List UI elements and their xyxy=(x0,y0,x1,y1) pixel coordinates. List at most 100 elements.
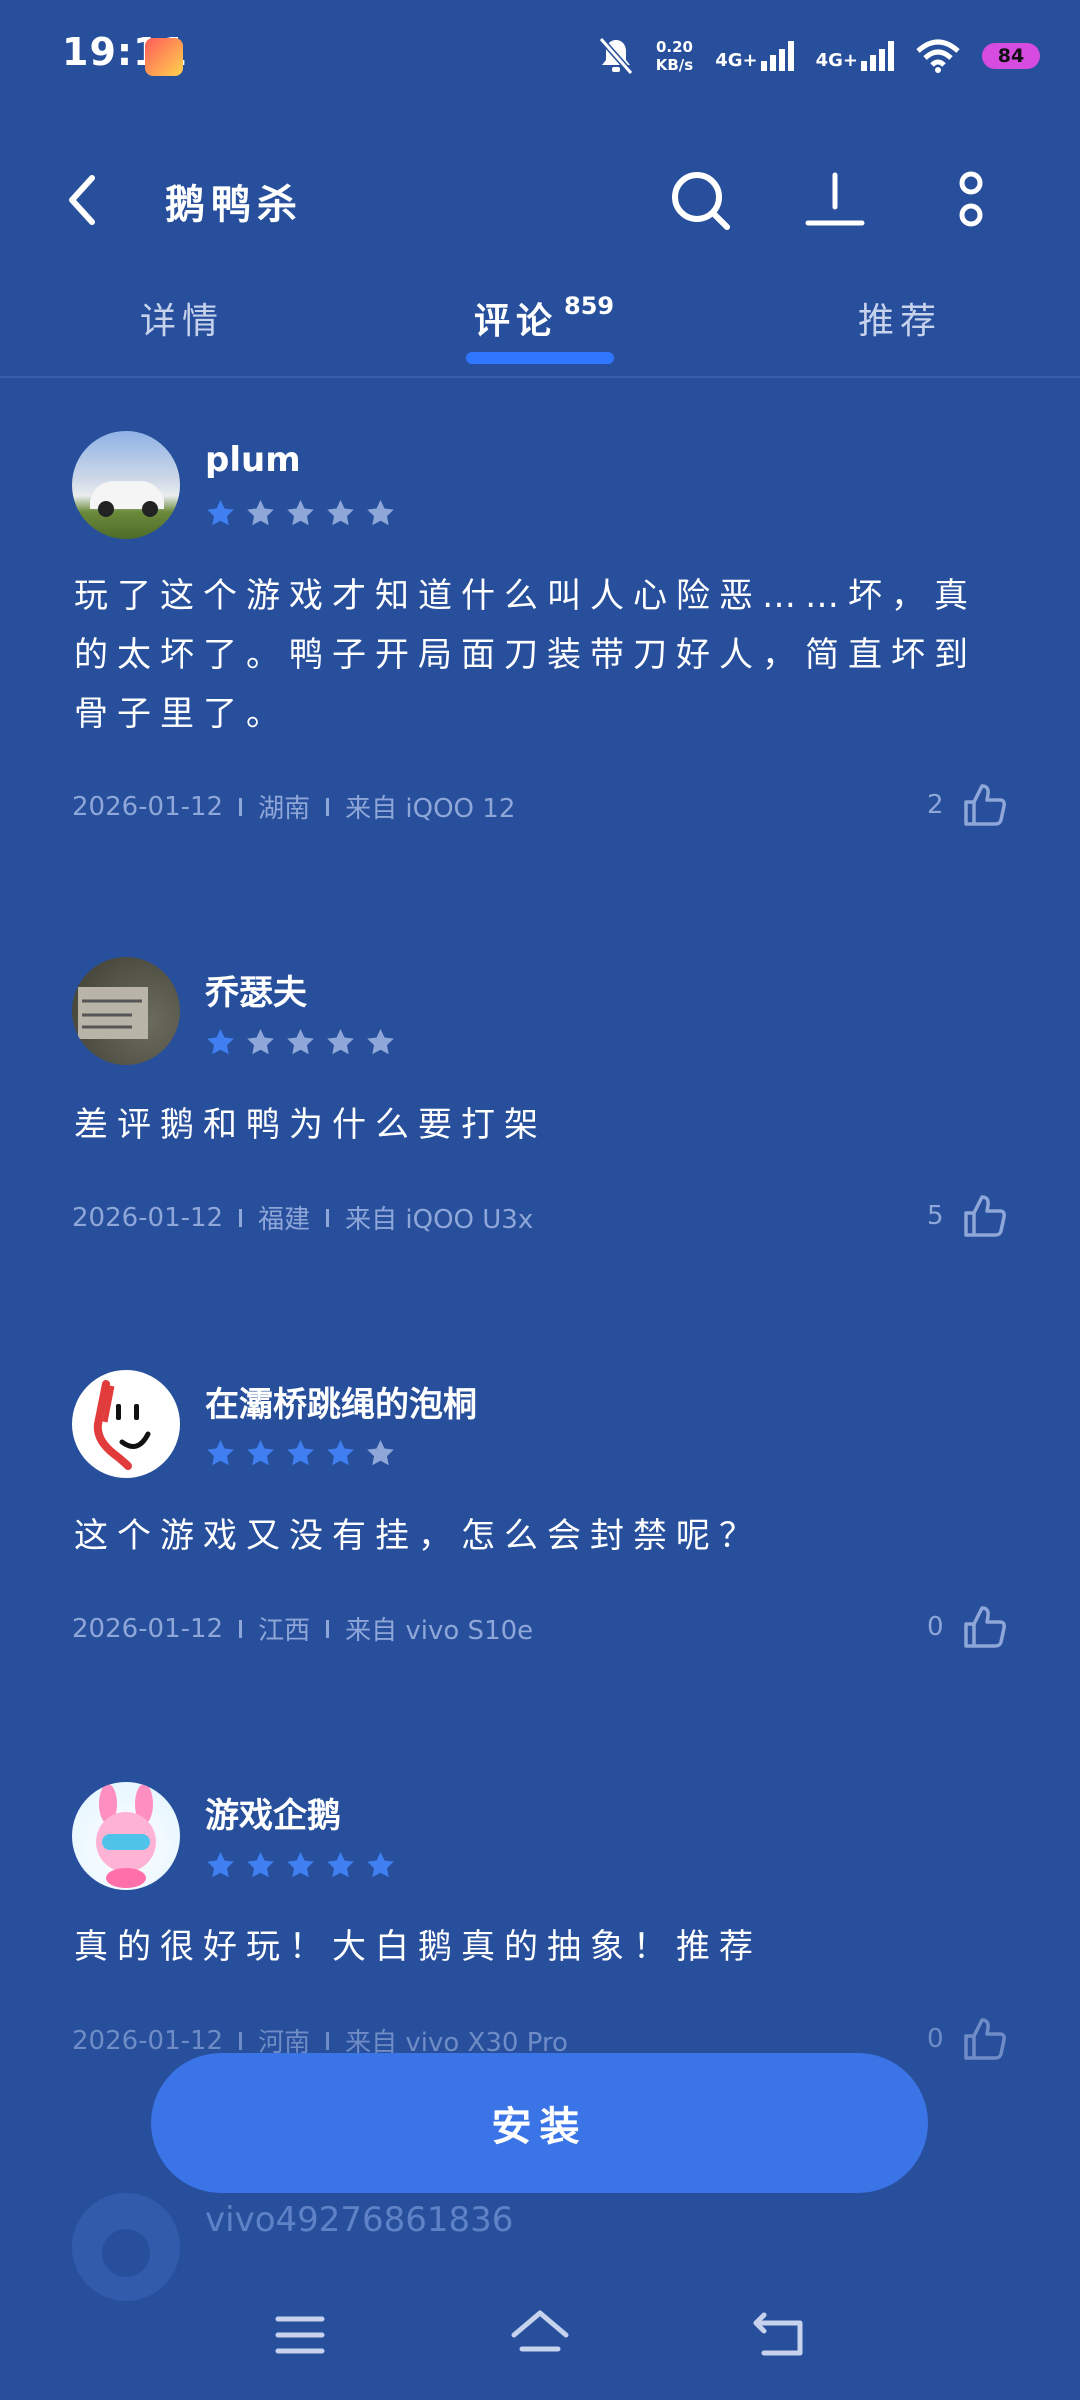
review-text: 真的很好玩！大白鹅真的抽象！推荐 xyxy=(74,1927,762,1967)
star-empty-icon xyxy=(287,1028,314,1055)
header-divider xyxy=(0,376,1080,378)
meta-separator xyxy=(239,2031,243,2050)
meta-separator xyxy=(239,1619,243,1638)
star-filled-icon xyxy=(207,1439,234,1466)
rating-stars xyxy=(205,1027,396,1058)
star-filled-icon xyxy=(207,1028,234,1055)
more-icon[interactable] xyxy=(936,165,1006,235)
like-count: 0 xyxy=(927,2024,944,2054)
doodle-face-icon xyxy=(93,1380,151,1470)
review-device: 来自 vivo S10e xyxy=(345,1616,534,1646)
star-filled-icon xyxy=(287,1439,314,1466)
mute-bell-icon xyxy=(598,37,633,75)
install-button[interactable]: 安装 xyxy=(151,2053,928,2193)
review-meta: 2026-01-12 湖南 来自 iQOO 12 xyxy=(72,788,515,825)
network-speed: 0.20 KB/s xyxy=(656,38,693,74)
signal-1: 4G+ xyxy=(715,41,794,71)
thumbs-up-icon[interactable] xyxy=(962,2016,1008,2062)
star-empty-icon xyxy=(367,1028,394,1055)
meta-separator xyxy=(326,1619,330,1638)
star-filled-icon xyxy=(367,1851,394,1878)
star-filled-icon xyxy=(247,1439,274,1466)
rating-stars xyxy=(205,1850,396,1881)
status-bar: 19:11 0.20 KB/s 4G+ 4G+ 84 xyxy=(0,0,1080,110)
page-title: 鹅鸭杀 xyxy=(165,182,303,228)
review-text: 玩了这个游戏才知道什么叫人心险恶……坏，真的太坏了。鸭子开局面刀装带刀好人，简直… xyxy=(74,576,977,734)
search-icon[interactable] xyxy=(665,165,735,235)
signal-bars-icon xyxy=(861,41,894,71)
thumbs-up-icon[interactable] xyxy=(962,1193,1008,1239)
meta-separator xyxy=(326,1208,330,1227)
review-meta: 2026-01-12 江西 来自 vivo S10e xyxy=(72,1610,533,1647)
review-date: 2026-01-12 xyxy=(72,2025,224,2056)
review-region: 江西 xyxy=(258,1616,311,1646)
tab-details[interactable]: 详情 xyxy=(140,292,224,344)
like-count: 5 xyxy=(927,1201,944,1231)
rating-stars xyxy=(205,498,396,529)
active-tab-indicator xyxy=(466,352,614,364)
star-filled-icon xyxy=(207,499,234,526)
wifi-icon xyxy=(916,39,960,73)
like-count: 2 xyxy=(927,790,944,820)
review-device: 来自 iQOO 12 xyxy=(345,794,516,824)
meta-separator xyxy=(239,797,243,816)
comment-count: 859 xyxy=(564,292,615,320)
back-nav-icon[interactable] xyxy=(750,2305,810,2365)
star-filled-icon xyxy=(247,1851,274,1878)
avatar[interactable] xyxy=(72,431,180,539)
notification-app-icon xyxy=(145,38,183,76)
review-username[interactable]: 乔瑟夫 xyxy=(205,965,307,1014)
review-region: 福建 xyxy=(258,1205,311,1235)
meta-separator xyxy=(326,2031,330,2050)
review-username[interactable]: 游戏企鹅 xyxy=(205,1788,341,1837)
tab-comments-label: 评论 xyxy=(474,301,559,342)
thumbs-up-icon[interactable] xyxy=(962,782,1008,828)
star-empty-icon xyxy=(247,499,274,526)
star-filled-icon xyxy=(327,1851,354,1878)
tab-recommend[interactable]: 推荐 xyxy=(858,292,942,344)
status-indicators: 0.20 KB/s 4G+ 4G+ 84 xyxy=(598,28,1040,84)
star-filled-icon xyxy=(207,1851,234,1878)
star-empty-icon xyxy=(367,1439,394,1466)
review-date: 2026-01-12 xyxy=(72,1613,224,1644)
bunny-character-icon xyxy=(96,1784,156,1888)
thumbs-up-icon[interactable] xyxy=(962,1604,1008,1650)
menu-icon[interactable] xyxy=(270,2305,330,2365)
network-speed-unit: KB/s xyxy=(655,56,694,74)
star-empty-icon xyxy=(367,499,394,526)
review-date: 2026-01-12 xyxy=(72,791,224,822)
avatar[interactable] xyxy=(72,1782,180,1890)
rating-stars xyxy=(205,1438,396,1469)
review-username[interactable]: vivo49276861836 xyxy=(205,2200,513,2240)
meta-separator xyxy=(326,797,330,816)
network-type-1: 4G+ xyxy=(715,50,758,71)
review-username[interactable]: plum xyxy=(205,440,301,480)
signal-bars-icon xyxy=(760,41,794,71)
star-filled-icon xyxy=(327,1439,354,1466)
tab-comments[interactable]: 评论 859 xyxy=(474,292,614,344)
battery-indicator: 84 xyxy=(982,43,1040,69)
review-meta: 2026-01-12 福建 来自 iQOO U3x xyxy=(72,1199,533,1236)
avatar[interactable] xyxy=(72,1370,180,1478)
star-filled-icon xyxy=(287,1851,314,1878)
car-photo xyxy=(90,481,164,517)
star-empty-icon xyxy=(287,499,314,526)
avatar[interactable] xyxy=(72,957,180,1065)
avatar[interactable] xyxy=(72,2193,180,2301)
download-icon[interactable] xyxy=(800,165,870,235)
default-avatar-icon xyxy=(102,2229,150,2277)
network-speed-value: 0.20 xyxy=(655,38,693,56)
home-icon[interactable] xyxy=(510,2305,570,2365)
signal-2: 4G+ xyxy=(816,41,894,71)
back-icon[interactable] xyxy=(62,170,102,230)
review-region: 湖南 xyxy=(258,794,311,824)
star-empty-icon xyxy=(247,1028,274,1055)
review-text: 差评鹅和鸭为什么要打架 xyxy=(74,1105,547,1145)
meta-separator xyxy=(239,1208,243,1227)
like-count: 0 xyxy=(927,1612,944,1642)
review-username[interactable]: 在灞桥跳绳的泡桐 xyxy=(205,1377,477,1426)
tombstone-photo xyxy=(78,987,148,1039)
review-device: 来自 iQOO U3x xyxy=(345,1205,534,1235)
star-empty-icon xyxy=(327,1028,354,1055)
review-date: 2026-01-12 xyxy=(72,1202,224,1233)
